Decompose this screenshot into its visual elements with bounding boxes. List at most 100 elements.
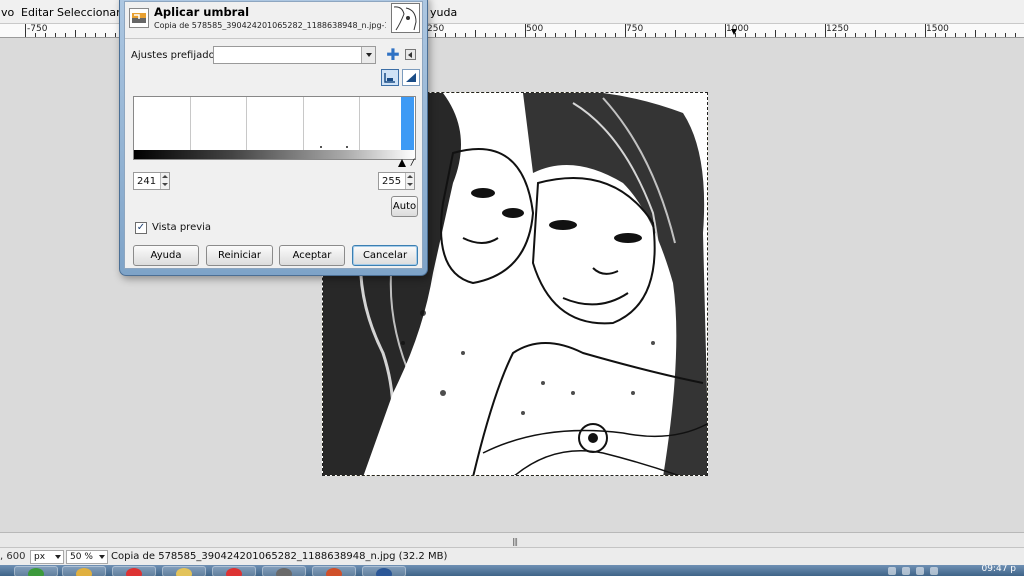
ruler-tick	[785, 33, 786, 37]
menu-archivo[interactable]: vo	[1, 6, 14, 19]
high-threshold-spin[interactable]: 255	[378, 172, 415, 190]
ruler-tick	[975, 30, 976, 37]
pointer-coordinates: , 600	[0, 551, 26, 562]
tray-icon[interactable]	[902, 567, 910, 575]
ruler-tick	[65, 33, 66, 37]
ruler-tick	[935, 33, 936, 37]
high-threshold-handle[interactable]: /	[411, 158, 414, 168]
dialog-body: Aplicar umbral Copia de 578585_390424201…	[124, 1, 423, 269]
auto-button[interactable]: Auto	[391, 196, 418, 217]
ok-button-label: Aceptar	[292, 250, 332, 261]
unit-select[interactable]: px	[30, 550, 64, 564]
ok-button[interactable]: Aceptar	[279, 245, 345, 266]
tray-icon[interactable]	[930, 567, 938, 575]
ruler-tick	[575, 30, 576, 37]
taskbar-app-button[interactable]	[212, 566, 256, 576]
histogram-selected-range	[401, 97, 414, 150]
low-threshold-value: 241	[137, 176, 157, 187]
ruler-tick	[45, 33, 46, 37]
low-threshold-spin[interactable]: 241	[133, 172, 170, 190]
tray-icon[interactable]	[888, 567, 896, 575]
histogram-gridline	[303, 97, 304, 150]
taskbar-app-button[interactable]	[112, 566, 156, 576]
histogram-dot	[320, 146, 322, 148]
zoom-select[interactable]: 50 %	[66, 550, 108, 564]
ruler-tick	[925, 24, 926, 37]
ruler-tick	[75, 30, 76, 37]
scroll-grip-icon[interactable]: |||	[512, 537, 518, 546]
ruler-tick	[945, 33, 946, 37]
ruler-tick	[105, 33, 106, 37]
ruler-tick	[635, 33, 636, 37]
taskbar-gimp-button[interactable]	[262, 566, 306, 576]
help-button[interactable]: Ayuda	[133, 245, 199, 266]
ruler-tick	[475, 30, 476, 37]
ruler-tick	[805, 33, 806, 37]
cancel-button-label: Cancelar	[362, 250, 408, 261]
horizontal-scrollbar[interactable]: |||	[0, 532, 1024, 547]
ruler-tick	[455, 33, 456, 37]
ruler-tick	[895, 33, 896, 37]
menu-seleccionar[interactable]: Seleccionar	[57, 6, 121, 19]
statusbar: , 600 px 50 % Copia de 578585_3904242010…	[0, 547, 1024, 565]
histogram-gridline	[359, 97, 360, 150]
logarithmic-histogram-button[interactable]	[402, 69, 420, 86]
ruler-tick	[765, 33, 766, 37]
ruler-tick	[55, 33, 56, 37]
windows-taskbar: 09:47 p	[0, 565, 1024, 576]
ruler-tick	[885, 33, 886, 37]
ruler-tick	[435, 33, 436, 37]
ruler-tick	[695, 33, 696, 37]
taskbar-word-button[interactable]	[362, 566, 406, 576]
unit-value: px	[34, 552, 46, 562]
presets-label-text: Ajustes prefijados:	[131, 50, 224, 61]
spin-arrows-icon[interactable]	[405, 173, 414, 189]
ruler-tick	[835, 33, 836, 37]
ruler-tick	[465, 33, 466, 37]
ruler-tick	[685, 33, 686, 37]
ruler-tick	[795, 33, 796, 37]
taskbar-chrome-button[interactable]	[14, 566, 58, 576]
presets-label: Ajustes prefijados:	[131, 50, 223, 61]
preview-checkbox[interactable]: ✓	[135, 222, 147, 234]
spin-arrows-icon[interactable]	[160, 173, 169, 189]
ruler-tick	[915, 33, 916, 37]
dialog-header: Aplicar umbral Copia de 578585_390424201…	[125, 2, 422, 39]
ruler-tick	[845, 33, 846, 37]
tray-icon[interactable]	[916, 567, 924, 575]
ruler-tick	[815, 33, 816, 37]
preset-menu-button[interactable]	[405, 49, 416, 60]
ruler-tick	[505, 33, 506, 37]
ruler-tick	[715, 33, 716, 37]
ruler-tick	[605, 33, 606, 37]
ruler-tick	[875, 30, 876, 37]
ruler-tick	[445, 33, 446, 37]
taskbar-clock[interactable]: 09:47 p	[981, 565, 1016, 574]
ruler-tick	[705, 33, 706, 37]
low-threshold-handle[interactable]	[398, 159, 406, 167]
ruler-tick	[545, 33, 546, 37]
app-icon	[126, 568, 142, 576]
ruler-tick	[485, 33, 486, 37]
add-preset-button[interactable]: ✚	[385, 46, 401, 64]
high-threshold-value: 255	[382, 176, 402, 187]
presets-dropdown-button[interactable]	[361, 47, 375, 63]
ruler-tick	[865, 33, 866, 37]
ruler-tick	[725, 24, 726, 37]
presets-combo[interactable]	[213, 46, 376, 64]
cancel-button[interactable]: Cancelar	[352, 245, 418, 266]
reset-button[interactable]: Reiniciar	[206, 245, 273, 266]
histogram[interactable]	[133, 96, 416, 151]
linear-histogram-button[interactable]	[381, 69, 399, 86]
taskbar-app-button[interactable]	[312, 566, 356, 576]
menu-editar[interactable]: Editar	[21, 6, 54, 19]
ruler-tick	[675, 30, 676, 37]
ruler-tick	[595, 33, 596, 37]
ruler-tick	[665, 33, 666, 37]
ruler-tick	[85, 33, 86, 37]
menu-ayuda[interactable]: yuda	[430, 6, 457, 19]
histogram-gridline	[246, 97, 247, 150]
taskbar-app-button[interactable]	[162, 566, 206, 576]
dialog-subtitle: Copia de 578585_390424201065282_11886389…	[154, 21, 386, 30]
taskbar-explorer-button[interactable]	[62, 566, 106, 576]
